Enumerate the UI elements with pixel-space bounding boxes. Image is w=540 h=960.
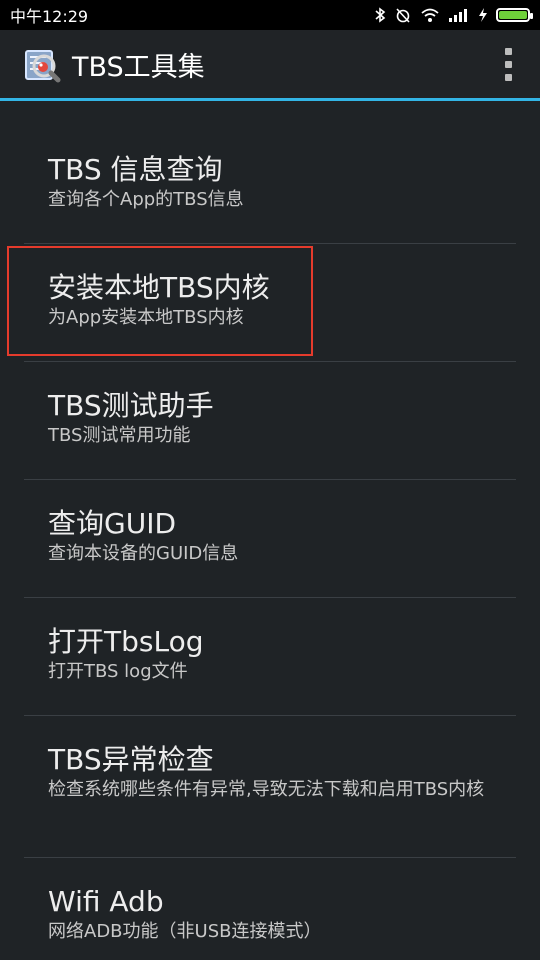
menu-item-open-tbslog[interactable]: 打开TbsLog 打开TBS log文件 bbox=[24, 598, 516, 716]
wifi-icon bbox=[421, 8, 439, 22]
menu-item-title: 打开TbsLog bbox=[48, 625, 204, 658]
app-title: TBS工具集 bbox=[72, 51, 205, 83]
menu-item-install-local-kernel[interactable]: 安装本地TBS内核 为App安装本地TBS内核 bbox=[7, 244, 516, 362]
signal-icon bbox=[449, 9, 467, 22]
battery-icon bbox=[496, 8, 533, 22]
menu-item-subtitle: 网络ADB功能（非USB连接模式） bbox=[48, 921, 322, 942]
status-icons bbox=[374, 7, 533, 23]
menu-item-subtitle: 打开TBS log文件 bbox=[48, 661, 188, 682]
menu-item-title: TBS 信息查询 bbox=[48, 153, 223, 186]
menu-item-title: 查询GUID bbox=[48, 507, 177, 540]
menu-item-test-assistant[interactable]: TBS测试助手 TBS测试常用功能 bbox=[24, 362, 516, 480]
menu-list: TBS 信息查询 查询各个App的TBS信息 安装本地TBS内核 为App安装本… bbox=[7, 126, 516, 948]
menu-item-title: 安装本地TBS内核 bbox=[48, 271, 270, 304]
bluetooth-icon bbox=[375, 7, 386, 23]
menu-item-query-guid[interactable]: 查询GUID 查询本设备的GUID信息 bbox=[24, 480, 516, 598]
charging-icon bbox=[479, 8, 487, 22]
menu-item-wifi-adb[interactable]: Wifi Adb 网络ADB功能（非USB连接模式） bbox=[24, 858, 516, 948]
menu-item-subtitle: 查询本设备的GUID信息 bbox=[48, 543, 239, 564]
menu-item-title: TBS测试助手 bbox=[48, 389, 214, 422]
menu-item-title: Wifi Adb bbox=[48, 885, 164, 918]
app-bar: TBS工具集 bbox=[0, 30, 540, 101]
menu-item-subtitle: 为App安装本地TBS内核 bbox=[48, 307, 244, 328]
menu-item-title: TBS异常检查 bbox=[48, 743, 214, 776]
status-time: 中午12:29 bbox=[10, 7, 89, 26]
overflow-menu-icon[interactable] bbox=[504, 47, 512, 81]
menu-item-subtitle: 检查系统哪些条件有异常,导致无法下载和启用TBS内核 bbox=[48, 779, 485, 800]
menu-item-subtitle: 查询各个App的TBS信息 bbox=[48, 189, 244, 210]
app-logo-icon bbox=[20, 43, 62, 85]
menu-item-tbs-info[interactable]: TBS 信息查询 查询各个App的TBS信息 bbox=[24, 126, 516, 244]
menu-item-subtitle: TBS测试常用功能 bbox=[48, 425, 191, 446]
alarm-off-icon bbox=[396, 8, 410, 23]
menu-item-tbs-exception-check[interactable]: TBS异常检查 检查系统哪些条件有异常,导致无法下载和启用TBS内核 bbox=[24, 716, 516, 858]
status-bar: 中午12:29 bbox=[0, 0, 540, 30]
